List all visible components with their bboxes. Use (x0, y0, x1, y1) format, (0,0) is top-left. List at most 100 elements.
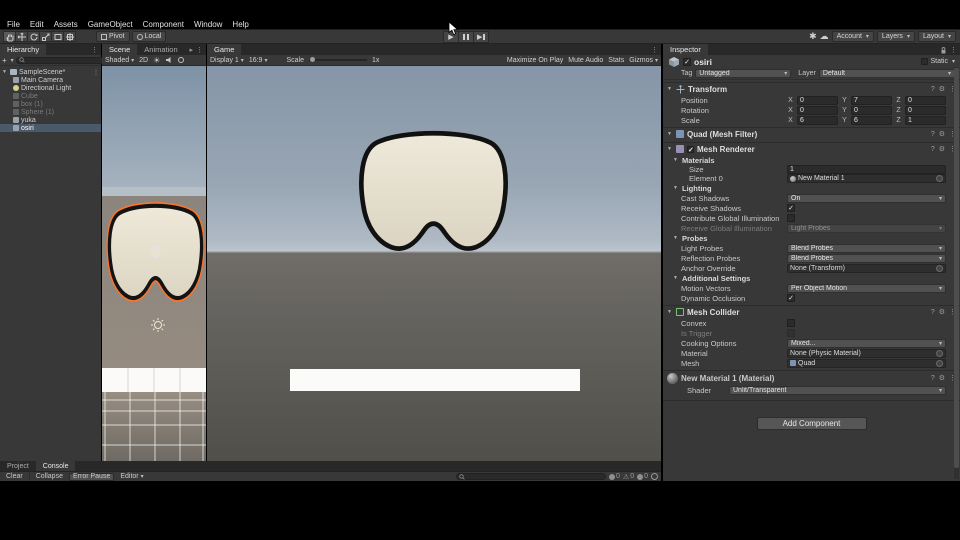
contribute-gi-checkbox[interactable] (787, 214, 795, 222)
element0-object-field[interactable]: New Material 1 (787, 174, 946, 183)
menu-help[interactable]: Help (227, 20, 253, 29)
light-probes-dropdown[interactable]: Blend Probes ▾ (787, 243, 946, 253)
hierarchy-item-cube[interactable]: Cube (0, 92, 101, 100)
clear-button[interactable]: Clear (3, 473, 26, 481)
layers-dropdown[interactable]: Layers ▾ (876, 31, 915, 42)
hierarchy-search[interactable] (15, 56, 106, 64)
account-dropdown[interactable]: Account ▾ (831, 31, 874, 42)
mute-audio-button[interactable]: Mute Audio (568, 57, 603, 64)
rotation-x-field[interactable]: 0 (797, 105, 838, 115)
physic-material-field[interactable]: None (Physic Material) (787, 348, 946, 358)
hierarchy-search-input[interactable] (24, 57, 103, 63)
layer-dropdown[interactable]: Default ▾ (818, 69, 955, 78)
display-dropdown[interactable]: Display 1 ▾ (210, 57, 244, 64)
object-picker-icon[interactable] (936, 264, 943, 272)
menu-gameobject[interactable]: GameObject (83, 20, 138, 29)
cast-shadows-dropdown[interactable]: On ▾ (787, 193, 946, 203)
scene-lighting-icon[interactable]: ☀ (153, 56, 160, 65)
stats-button[interactable]: Stats (608, 57, 624, 64)
tab-console[interactable]: Console (35, 461, 76, 471)
scale-x-field[interactable]: 6 (797, 115, 838, 125)
presets-icon[interactable]: ⚙ (939, 374, 945, 382)
menu-edit[interactable]: Edit (25, 20, 49, 29)
presets-icon[interactable]: ⚙ (939, 308, 945, 316)
object-picker-icon[interactable] (936, 349, 943, 357)
step-button[interactable]: ▶ (473, 31, 489, 43)
lock-icon[interactable] (940, 46, 947, 54)
2d-toggle-button[interactable]: 2D (139, 57, 148, 64)
chevron-down-icon[interactable]: ▾ (11, 57, 14, 64)
convex-checkbox[interactable] (787, 319, 795, 327)
motion-vectors-dropdown[interactable]: Per Object Motion ▾ (787, 283, 946, 293)
help-icon[interactable]: ? (931, 131, 935, 138)
layout-dropdown[interactable]: Layout ▾ (917, 31, 956, 42)
mesh-renderer-component-header[interactable]: ▼ ✓ Mesh Renderer ? ⚙ ⋮ (663, 142, 960, 155)
rotation-z-field[interactable]: 0 (905, 105, 946, 115)
mesh-filter-component-header[interactable]: ▼ Quad (Mesh Filter) ? ⚙ ⋮ (663, 127, 960, 140)
effects-dropdown-icon[interactable] (178, 57, 185, 63)
object-picker-icon[interactable] (936, 175, 943, 182)
materials-size-field[interactable]: 1 (787, 165, 946, 174)
transform-tool-button[interactable] (63, 31, 76, 42)
scene-menu-icon[interactable]: ⋮ (196, 46, 203, 54)
game-viewport[interactable] (207, 66, 661, 461)
help-icon[interactable]: ? (931, 146, 935, 153)
scale-slider-knob[interactable] (309, 57, 315, 62)
scene-audio-icon[interactable] (165, 56, 173, 64)
help-icon[interactable]: ? (931, 309, 935, 316)
scene-options-icon[interactable]: ⋮ (93, 69, 101, 76)
static-dropdown[interactable]: Static ▾ (921, 58, 955, 65)
hierarchy-menu-icon[interactable]: ⋮ (88, 44, 101, 55)
inspector-scrollbar[interactable] (954, 67, 959, 479)
hierarchy-item-sphere-1[interactable]: Sphere (1) (0, 108, 101, 116)
game-menu-icon[interactable]: ⋮ (648, 44, 661, 55)
hierarchy-item-yuka[interactable]: yuka (0, 116, 101, 124)
static-checkbox[interactable] (921, 58, 929, 65)
error-pause-button[interactable]: Error Pause (68, 472, 115, 481)
scale-z-field[interactable]: 1 (905, 115, 946, 125)
object-name[interactable]: osiri (694, 57, 712, 67)
shader-dropdown[interactable]: Unlit/Transparent ▾ (729, 385, 946, 395)
position-z-field[interactable]: 0 (905, 95, 946, 105)
foldout-icon[interactable]: ▼ (667, 131, 673, 137)
foldout-icon[interactable]: ▼ (2, 69, 8, 75)
dynamic-occlusion-checkbox[interactable]: ✓ (787, 294, 795, 302)
tab-animation[interactable]: Animation (137, 44, 184, 55)
editor-dropdown[interactable]: Editor ▾ (117, 473, 146, 481)
maximize-on-play-button[interactable]: Maximize On Play (507, 57, 563, 64)
active-checkbox[interactable]: ✓ (683, 57, 691, 66)
mesh-renderer-enabled-checkbox[interactable]: ✓ (687, 145, 694, 154)
scrollbar-thumb[interactable] (954, 68, 959, 468)
rotation-y-field[interactable]: 0 (851, 105, 892, 115)
scale-y-field[interactable]: 6 (851, 115, 892, 125)
tab-game[interactable]: Game (207, 44, 242, 55)
presets-icon[interactable]: ⚙ (939, 85, 945, 93)
pivot-toggle-button[interactable]: Pivot (96, 31, 130, 42)
lighting-foldout[interactable]: ▼ Lighting (663, 183, 960, 193)
reflection-probes-dropdown[interactable]: Blend Probes ▾ (787, 253, 946, 263)
foldout-icon[interactable]: ▼ (667, 146, 673, 152)
gizmos-dropdown[interactable]: Gizmos ▾ (629, 57, 658, 64)
transform-gizmo[interactable] (150, 245, 161, 258)
scale-slider[interactable] (308, 57, 367, 62)
menu-file[interactable]: File (2, 20, 25, 29)
material-header[interactable]: New Material 1 (Material) ? ⚙ ⋮ (663, 370, 960, 385)
menu-component[interactable]: Component (138, 20, 189, 29)
help-icon[interactable]: ? (931, 86, 935, 93)
tab-project[interactable]: Project (0, 461, 36, 471)
foldout-icon[interactable]: ▼ (667, 309, 673, 315)
add-component-button[interactable]: Add Component (756, 417, 867, 430)
services-icon[interactable]: ✱ (809, 31, 817, 42)
probes-foldout[interactable]: ▼ Probes (663, 233, 960, 243)
cooking-options-dropdown[interactable]: Mixed... ▾ (787, 338, 946, 348)
warning-filter-button[interactable]: ⚠ 0 (623, 473, 634, 481)
transform-component-header[interactable]: ▼ Transform ? ⚙ ⋮ (663, 82, 960, 95)
hierarchy-item-osiri[interactable]: osiri (0, 124, 101, 132)
create-button[interactable]: + (2, 56, 7, 65)
aspect-dropdown[interactable]: 16:9 ▾ (249, 57, 268, 64)
mesh-collider-component-header[interactable]: ▼ Mesh Collider ? ⚙ ⋮ (663, 305, 960, 318)
console-search-input[interactable] (465, 473, 603, 480)
hierarchy-item-directional-light[interactable]: Directional Light (0, 84, 101, 92)
local-toggle-button[interactable]: Local (131, 31, 167, 42)
tab-scene[interactable]: Scene (102, 44, 138, 55)
